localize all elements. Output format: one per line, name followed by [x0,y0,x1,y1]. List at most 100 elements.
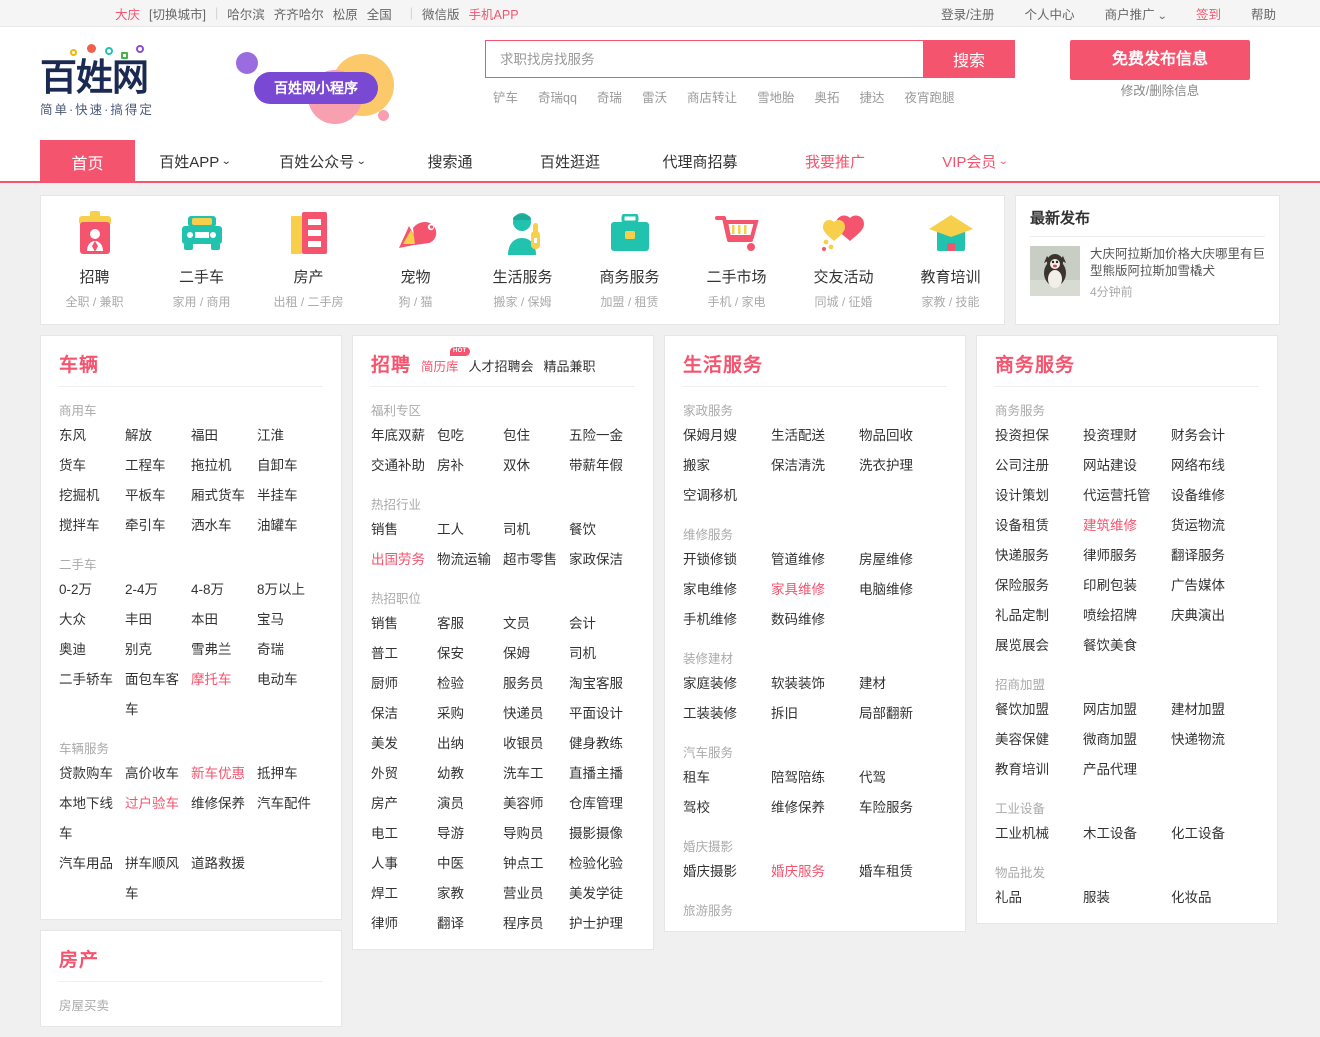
link-美容师[interactable]: 美容师 [503,789,569,819]
link-婚车租赁[interactable]: 婚车租赁 [859,857,947,887]
link-房补[interactable]: 房补 [437,451,503,481]
link-护士护理[interactable]: 护士护理 [569,909,635,939]
link-设备租赁[interactable]: 设备租赁 [995,511,1083,541]
link-车险服务[interactable]: 车险服务 [859,793,947,823]
nav-item-百姓逛逛[interactable]: 百姓逛逛 [510,140,630,183]
link-东风[interactable]: 东风 [59,421,125,451]
link-陪驾陪练[interactable]: 陪驾陪练 [771,763,859,793]
link-庆典演出[interactable]: 庆典演出 [1171,601,1259,631]
link-搅拌车[interactable]: 搅拌车 [59,511,125,541]
link-设备维修[interactable]: 设备维修 [1171,481,1259,511]
link-导购员[interactable]: 导购员 [503,819,569,849]
link-电工[interactable]: 电工 [371,819,437,849]
link-保姆月嫂[interactable]: 保姆月嫂 [683,421,771,451]
link-洗衣护理[interactable]: 洗衣护理 [859,451,947,481]
category-生活服务[interactable]: 生活服务搬家 / 保姆 [469,211,576,310]
hotword-link-6[interactable]: 奥拓 [814,87,839,106]
hotword-link-8[interactable]: 夜宵跑腿 [905,87,955,106]
link-搬家[interactable]: 搬家 [683,451,771,481]
hotword-link-4[interactable]: 商店转让 [687,87,737,106]
link-双休[interactable]: 双休 [503,451,569,481]
link-产品代理[interactable]: 产品代理 [1083,755,1171,785]
card-sublink-简历库[interactable]: 简历库HOT [421,356,459,375]
link-年底双薪[interactable]: 年底双薪 [371,421,437,451]
link-餐饮美食[interactable]: 餐饮美食 [1083,631,1171,661]
link-物品回收[interactable]: 物品回收 [859,421,947,451]
nav-item-搜索通[interactable]: 搜索通 [390,140,510,183]
link-美容保健[interactable]: 美容保健 [995,725,1083,755]
link-餐饮加盟[interactable]: 餐饮加盟 [995,695,1083,725]
link-拼车顺风车[interactable]: 拼车顺风车 [125,849,191,909]
link-房产[interactable]: 房产 [371,789,437,819]
hotword-link-7[interactable]: 捷达 [860,87,885,106]
link-包吃[interactable]: 包吃 [437,421,503,451]
link-宝马[interactable]: 宝马 [257,605,323,635]
category-房产[interactable]: 房产出租 / 二手房 [255,211,362,310]
link-电脑维修[interactable]: 电脑维修 [859,575,947,605]
link-奥迪[interactable]: 奥迪 [59,635,125,665]
link-导游[interactable]: 导游 [437,819,503,849]
miniapp-badge[interactable]: 百姓网小程序 [236,52,406,122]
city-link-2[interactable]: 松原 [333,8,358,22]
link-本田[interactable]: 本田 [191,605,257,635]
topbar-link-帮助[interactable]: 帮助 [1251,4,1276,23]
link-局部翻新[interactable]: 局部翻新 [859,699,947,729]
link-过户验车[interactable]: 过户验车 [125,789,191,849]
link-检验[interactable]: 检验 [437,669,503,699]
link-抵押车[interactable]: 抵押车 [257,759,323,789]
site-logo[interactable]: 百姓网 简单·快速·搞得定 [40,44,190,118]
miniapp-label[interactable]: 百姓网小程序 [254,72,378,104]
link-建材[interactable]: 建材 [859,669,947,699]
link-挖掘机[interactable]: 挖掘机 [59,481,125,511]
search-input[interactable] [485,40,923,78]
hotword-link-1[interactable]: 奇瑞qq [538,87,577,106]
link-二手轿车[interactable]: 二手轿车 [59,665,125,725]
link-家政保洁[interactable]: 家政保洁 [569,545,635,575]
link-服装[interactable]: 服装 [1083,883,1171,913]
link-餐饮[interactable]: 餐饮 [569,515,635,545]
link-微商加盟[interactable]: 微商加盟 [1083,725,1171,755]
link-服务员[interactable]: 服务员 [503,669,569,699]
link-快递物流[interactable]: 快递物流 [1171,725,1259,755]
link-交通补助[interactable]: 交通补助 [371,451,437,481]
topbar-link-商户推广[interactable]: 商户推广⌄ [1105,4,1166,23]
link-4-8万[interactable]: 4-8万 [191,575,257,605]
hotword-link-0[interactable]: 铲车 [493,87,518,106]
link-化工设备[interactable]: 化工设备 [1171,819,1259,849]
link-货运物流[interactable]: 货运物流 [1171,511,1259,541]
link-设计策划[interactable]: 设计策划 [995,481,1083,511]
link-外贸[interactable]: 外贸 [371,759,437,789]
link-电动车[interactable]: 电动车 [257,665,323,725]
link-洗车工[interactable]: 洗车工 [503,759,569,789]
category-招聘[interactable]: 招聘全职 / 兼职 [41,211,148,310]
link-包住[interactable]: 包住 [503,421,569,451]
hotword-link-2[interactable]: 奇瑞 [597,87,622,106]
card-title[interactable]: 房产 [59,945,99,972]
link-财务会计[interactable]: 财务会计 [1171,421,1259,451]
link-开锁修锁[interactable]: 开锁修锁 [683,545,771,575]
link-8万以上[interactable]: 8万以上 [257,575,323,605]
link-手机维修[interactable]: 手机维修 [683,605,771,635]
link-物流运输[interactable]: 物流运输 [437,545,503,575]
category-交友活动[interactable]: 交友活动同城 / 征婚 [790,211,897,310]
link-教育培训[interactable]: 教育培训 [995,755,1083,785]
link-快递服务[interactable]: 快递服务 [995,541,1083,571]
nav-item-我要推广[interactable]: 我要推广 [770,140,900,183]
link-人事[interactable]: 人事 [371,849,437,879]
link-贷款购车[interactable]: 贷款购车 [59,759,125,789]
card-title[interactable]: 招聘 [371,350,411,377]
link-钟点工[interactable]: 钟点工 [503,849,569,879]
link-管道维修[interactable]: 管道维修 [771,545,859,575]
topbar-link-登录/注册[interactable]: 登录/注册 [941,4,994,23]
link-工人[interactable]: 工人 [437,515,503,545]
link-油罐车[interactable]: 油罐车 [257,511,323,541]
link-半挂车[interactable]: 半挂车 [257,481,323,511]
category-宠物[interactable]: 宠物狗 / 猫 [362,211,469,310]
link-家具维修[interactable]: 家具维修 [771,575,859,605]
topbar-link-签到[interactable]: 签到 [1196,4,1221,23]
link-洒水车[interactable]: 洒水车 [191,511,257,541]
link-展览展会[interactable]: 展览展会 [995,631,1083,661]
link-维修保养[interactable]: 维修保养 [771,793,859,823]
link-中医[interactable]: 中医 [437,849,503,879]
link-2-4万[interactable]: 2-4万 [125,575,191,605]
